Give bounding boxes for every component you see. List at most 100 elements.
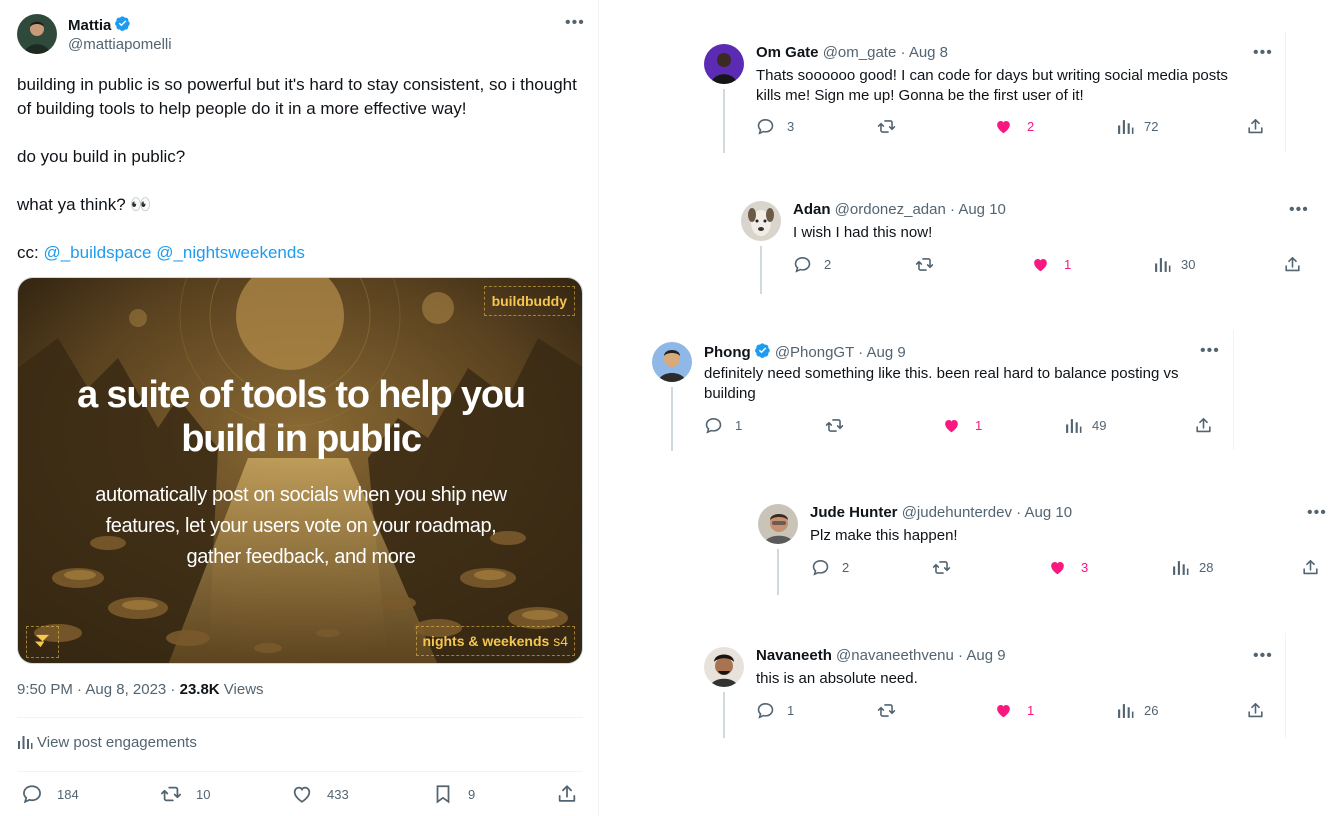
- bookmark-icon: [436, 785, 450, 804]
- views-count: 49: [1092, 418, 1107, 433]
- author-avatar[interactable]: [17, 14, 57, 54]
- repost-button[interactable]: [877, 117, 896, 136]
- mention-link[interactable]: @_nightsweekends: [156, 243, 305, 262]
- reply-author[interactable]: Navaneeth @navaneethvenu · Aug 9: [756, 647, 1006, 664]
- like-button[interactable]: 2: [994, 117, 1034, 136]
- views-count: 72: [1144, 119, 1159, 134]
- more-options-button[interactable]: •••: [1253, 648, 1273, 664]
- heart-filled-icon: [1051, 561, 1064, 575]
- reply-icon: [757, 702, 774, 719]
- reply-avatar[interactable]: [652, 342, 692, 382]
- reply-date[interactable]: · Aug 10: [1012, 504, 1072, 521]
- reply-tweet[interactable]: Phong @PhongGT · Aug 9 ••• definitely ne…: [652, 342, 1232, 452]
- views-button[interactable]: 28: [1172, 558, 1213, 577]
- like-count: 1: [1027, 703, 1035, 718]
- share-button[interactable]: [1301, 558, 1320, 577]
- share-button[interactable]: [556, 783, 578, 805]
- repost-icon: [825, 419, 844, 432]
- views-button[interactable]: 30: [1154, 255, 1195, 274]
- like-button[interactable]: 1: [994, 701, 1034, 720]
- reply-tweet[interactable]: Adan @ordonez_adan · Aug 10 ••• I wish I…: [741, 201, 1321, 291]
- card-edge: [1285, 32, 1286, 152]
- reply-handle[interactable]: @PhongGT: [775, 344, 854, 361]
- media-subheadline: automatically post on socials when you s…: [18, 480, 582, 573]
- buildspace-logo: [26, 626, 59, 658]
- reply-text: definitely need something like this. bee…: [704, 365, 1179, 402]
- bookmark-button[interactable]: 9: [432, 783, 475, 805]
- share-button[interactable]: [1283, 255, 1302, 274]
- reply-author[interactable]: Om Gate @om_gate · Aug 8: [756, 44, 948, 61]
- share-button[interactable]: [1194, 416, 1213, 435]
- reply-text: Plz make this happen!: [810, 527, 958, 544]
- reply-tweet[interactable]: Om Gate @om_gate · Aug 8 ••• Thats soooo…: [704, 44, 1284, 154]
- reply-button[interactable]: 1: [704, 416, 742, 435]
- more-options-button[interactable]: •••: [565, 15, 585, 31]
- reply-author[interactable]: Phong @PhongGT · Aug 9: [704, 342, 906, 361]
- like-button[interactable]: 1: [942, 416, 982, 435]
- reply-count: 184: [57, 786, 79, 802]
- like-count: 3: [1081, 560, 1089, 575]
- share-button[interactable]: [1246, 701, 1265, 720]
- reply-tweet[interactable]: Jude Hunter @judehunterdev · Aug 10 ••• …: [758, 504, 1338, 594]
- cc-line: cc: @_buildspace @_nightsweekends: [17, 243, 305, 262]
- tweet-timestamp[interactable]: 9:50 PM · Aug 8, 2023 · 23.8K Views: [17, 681, 264, 698]
- reply-date[interactable]: · Aug 9: [954, 647, 1006, 664]
- reply-avatar[interactable]: [704, 647, 744, 687]
- reply-button[interactable]: 1: [756, 701, 794, 720]
- more-options-button[interactable]: •••: [1307, 505, 1327, 521]
- repost-button[interactable]: 10: [160, 783, 210, 805]
- analytics-icon: [18, 736, 33, 749]
- repost-button[interactable]: [877, 701, 896, 720]
- reply-tweet[interactable]: Navaneeth @navaneethvenu · Aug 9 ••• thi…: [704, 647, 1284, 737]
- reply-date[interactable]: · Aug 9: [854, 344, 906, 361]
- reply-author[interactable]: Jude Hunter @judehunterdev · Aug 10: [810, 504, 1072, 521]
- reply-date[interactable]: · Aug 8: [896, 44, 948, 61]
- reply-avatar[interactable]: [741, 201, 781, 241]
- reply-handle[interactable]: @judehunterdev: [902, 504, 1012, 521]
- repost-button[interactable]: [932, 558, 951, 577]
- author-handle[interactable]: @mattiapomelli: [68, 36, 172, 53]
- card-edge: [1285, 633, 1286, 738]
- heart-filled-icon: [1034, 258, 1047, 272]
- share-icon: [1285, 256, 1300, 272]
- main-tweet: Mattia @mattiapomelli ••• building in pu…: [0, 0, 598, 816]
- like-button[interactable]: 433: [291, 783, 349, 805]
- tweet-media-image[interactable]: a suite of tools to help you build in pu…: [17, 277, 583, 664]
- views-count: 26: [1144, 703, 1159, 718]
- divider: [17, 771, 583, 772]
- repost-button[interactable]: [825, 416, 844, 435]
- views-icon: [1118, 704, 1134, 718]
- reply-handle[interactable]: @om_gate: [823, 44, 897, 61]
- share-button[interactable]: [1246, 117, 1265, 136]
- reply-icon: [23, 785, 41, 804]
- more-options-button[interactable]: •••: [1253, 45, 1273, 61]
- view-engagements-link[interactable]: View post engagements: [17, 734, 197, 751]
- views-button[interactable]: 26: [1117, 701, 1158, 720]
- reply-button[interactable]: 3: [756, 117, 794, 136]
- more-options-button[interactable]: •••: [1289, 202, 1309, 218]
- reply-avatar[interactable]: [704, 44, 744, 84]
- reply-handle[interactable]: @ordonez_adan: [835, 201, 946, 218]
- like-button[interactable]: 1: [1031, 255, 1071, 274]
- repost-button[interactable]: [915, 255, 934, 274]
- reply-button[interactable]: 184: [21, 783, 79, 805]
- reply-handle[interactable]: @navaneethvenu: [836, 647, 954, 664]
- author-name[interactable]: Mattia: [68, 15, 131, 34]
- views-button[interactable]: 49: [1065, 416, 1106, 435]
- card-edge: [1233, 330, 1234, 450]
- column-divider: [598, 0, 599, 816]
- views-button[interactable]: 72: [1117, 117, 1158, 136]
- media-subheadline-line: automatically post on socials when you s…: [95, 484, 507, 506]
- reply-icon: [757, 118, 774, 135]
- reply-date[interactable]: · Aug 10: [946, 201, 1006, 218]
- reply-author[interactable]: Adan @ordonez_adan · Aug 10: [793, 201, 1006, 218]
- more-options-button[interactable]: •••: [1200, 343, 1220, 359]
- mention-link[interactable]: @_buildspace: [43, 243, 151, 262]
- thread-connector: [777, 549, 779, 595]
- reply-button[interactable]: 2: [811, 558, 849, 577]
- reply-button[interactable]: 2: [793, 255, 831, 274]
- heart-filled-icon: [945, 419, 958, 433]
- reply-avatar[interactable]: [758, 504, 798, 544]
- like-button[interactable]: 3: [1048, 558, 1088, 577]
- repost-icon: [877, 120, 896, 133]
